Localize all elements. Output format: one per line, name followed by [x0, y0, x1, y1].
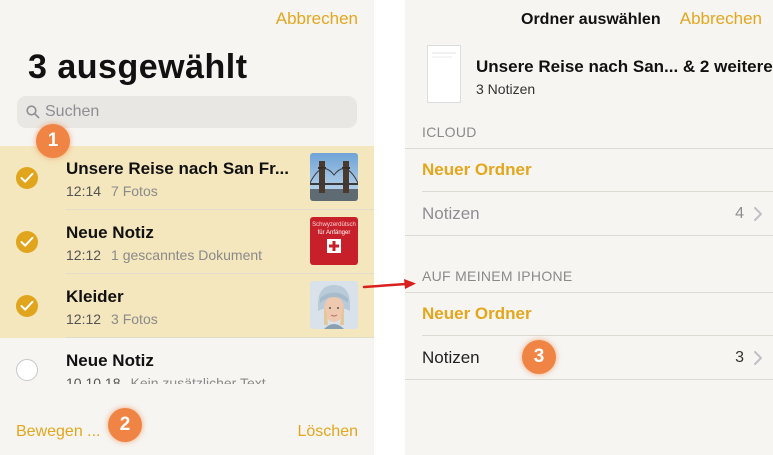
- note-meta: 12:12 3 Fotos: [66, 311, 158, 327]
- checkmark-icon[interactable]: [16, 231, 38, 253]
- note-time: 12:12: [66, 247, 102, 263]
- section-header-on-iphone: AUF MEINEM IPHONE: [422, 268, 573, 284]
- note-meta: 10.10.18 Kein zusätzlicher Text: [66, 375, 266, 384]
- search-field[interactable]: Suchen: [17, 96, 357, 128]
- note-title: Unsere Reise nach San Fr...: [66, 159, 289, 178]
- arrow-right-icon: [362, 278, 418, 299]
- folder-count: 4: [735, 205, 744, 222]
- step-badge: 3: [522, 340, 556, 374]
- note-title: Neue Notiz: [66, 223, 154, 242]
- folder-label: Notizen: [422, 204, 480, 223]
- step-badge: 2: [108, 408, 142, 442]
- note-subtitle: 1 gescanntes Dokument: [111, 247, 263, 263]
- checkmark-icon[interactable]: [16, 167, 38, 189]
- section-header-icloud: ICLOUD: [422, 124, 477, 140]
- search-icon: [26, 105, 40, 124]
- new-folder-label: Neuer Ordner: [422, 160, 532, 179]
- thumb-doc-text-1: Schwyzerdütsch: [312, 222, 356, 228]
- note-meta: 12:14 7 Fotos: [66, 183, 158, 199]
- note-title: Kleider: [66, 287, 124, 306]
- checkmark-icon[interactable]: [16, 295, 38, 317]
- chevron-right-icon: [754, 351, 762, 370]
- selected-notes-count: 3 Notizen: [476, 81, 536, 97]
- note-time: 10.10.18: [66, 375, 121, 384]
- document-icon: [427, 45, 461, 103]
- cancel-button[interactable]: Abbrechen: [680, 9, 762, 29]
- list-item[interactable]: Neue Notiz 12:12 1 gescanntes Dokument Sc…: [0, 210, 374, 274]
- chevron-right-icon: [754, 207, 762, 226]
- row-separator: [405, 148, 773, 149]
- page-title: Ordner auswählen: [521, 11, 661, 28]
- folder-item-notizen-icloud[interactable]: Notizen 4: [405, 192, 773, 236]
- note-meta: 12:12 1 gescanntes Dokument: [66, 247, 262, 263]
- notes-selection-panel: Abbrechen 3 ausgewählt Suchen Unsere Rei…: [0, 0, 374, 455]
- unchecked-circle-icon[interactable]: [16, 359, 38, 381]
- new-folder-button[interactable]: Neuer Ordner: [405, 292, 773, 336]
- panel-divider: [374, 0, 405, 455]
- note-subtitle: Kein zusätzlicher Text: [130, 375, 266, 384]
- cancel-button[interactable]: Abbrechen: [276, 9, 358, 29]
- bridge-thumbnail: [310, 153, 358, 201]
- folder-label: Notizen: [422, 348, 480, 367]
- row-separator: [405, 292, 773, 293]
- note-title: Neue Notiz: [66, 351, 154, 370]
- portrait-thumbnail: [310, 281, 358, 329]
- note-time: 12:14: [66, 183, 102, 199]
- list-item[interactable]: Neue Notiz 10.10.18 Kein zusätzlicher Tex…: [0, 338, 374, 384]
- move-button[interactable]: Bewegen ...: [16, 423, 101, 441]
- folder-item-notizen-iphone[interactable]: Notizen 3: [405, 336, 773, 380]
- folder-count: 3: [735, 349, 744, 366]
- step-badge: 1: [36, 124, 70, 158]
- list-item[interactable]: Kleider 12:12 3 Fotos: [0, 274, 374, 338]
- new-folder-label: Neuer Ordner: [422, 304, 532, 323]
- folder-picker-panel: Ordner auswählen Abbrechen Unsere Reise …: [405, 0, 773, 455]
- selected-notes-title: Unsere Reise nach San... & 2 weitere: [476, 57, 773, 76]
- note-subtitle: 3 Fotos: [111, 311, 158, 327]
- page-title: 3 ausgewählt: [28, 48, 248, 86]
- scanned-document-thumbnail: Schwyzerdütsch für Anfänger: [310, 217, 358, 265]
- note-time: 12:12: [66, 311, 102, 327]
- new-folder-button[interactable]: Neuer Ordner: [405, 148, 773, 192]
- thumb-doc-text-2: für Anfänger: [318, 230, 351, 236]
- delete-button[interactable]: Löschen: [298, 423, 359, 441]
- row-separator: [405, 379, 773, 380]
- note-subtitle: 7 Fotos: [111, 183, 158, 199]
- row-separator: [405, 235, 773, 236]
- search-placeholder: Suchen: [45, 103, 100, 120]
